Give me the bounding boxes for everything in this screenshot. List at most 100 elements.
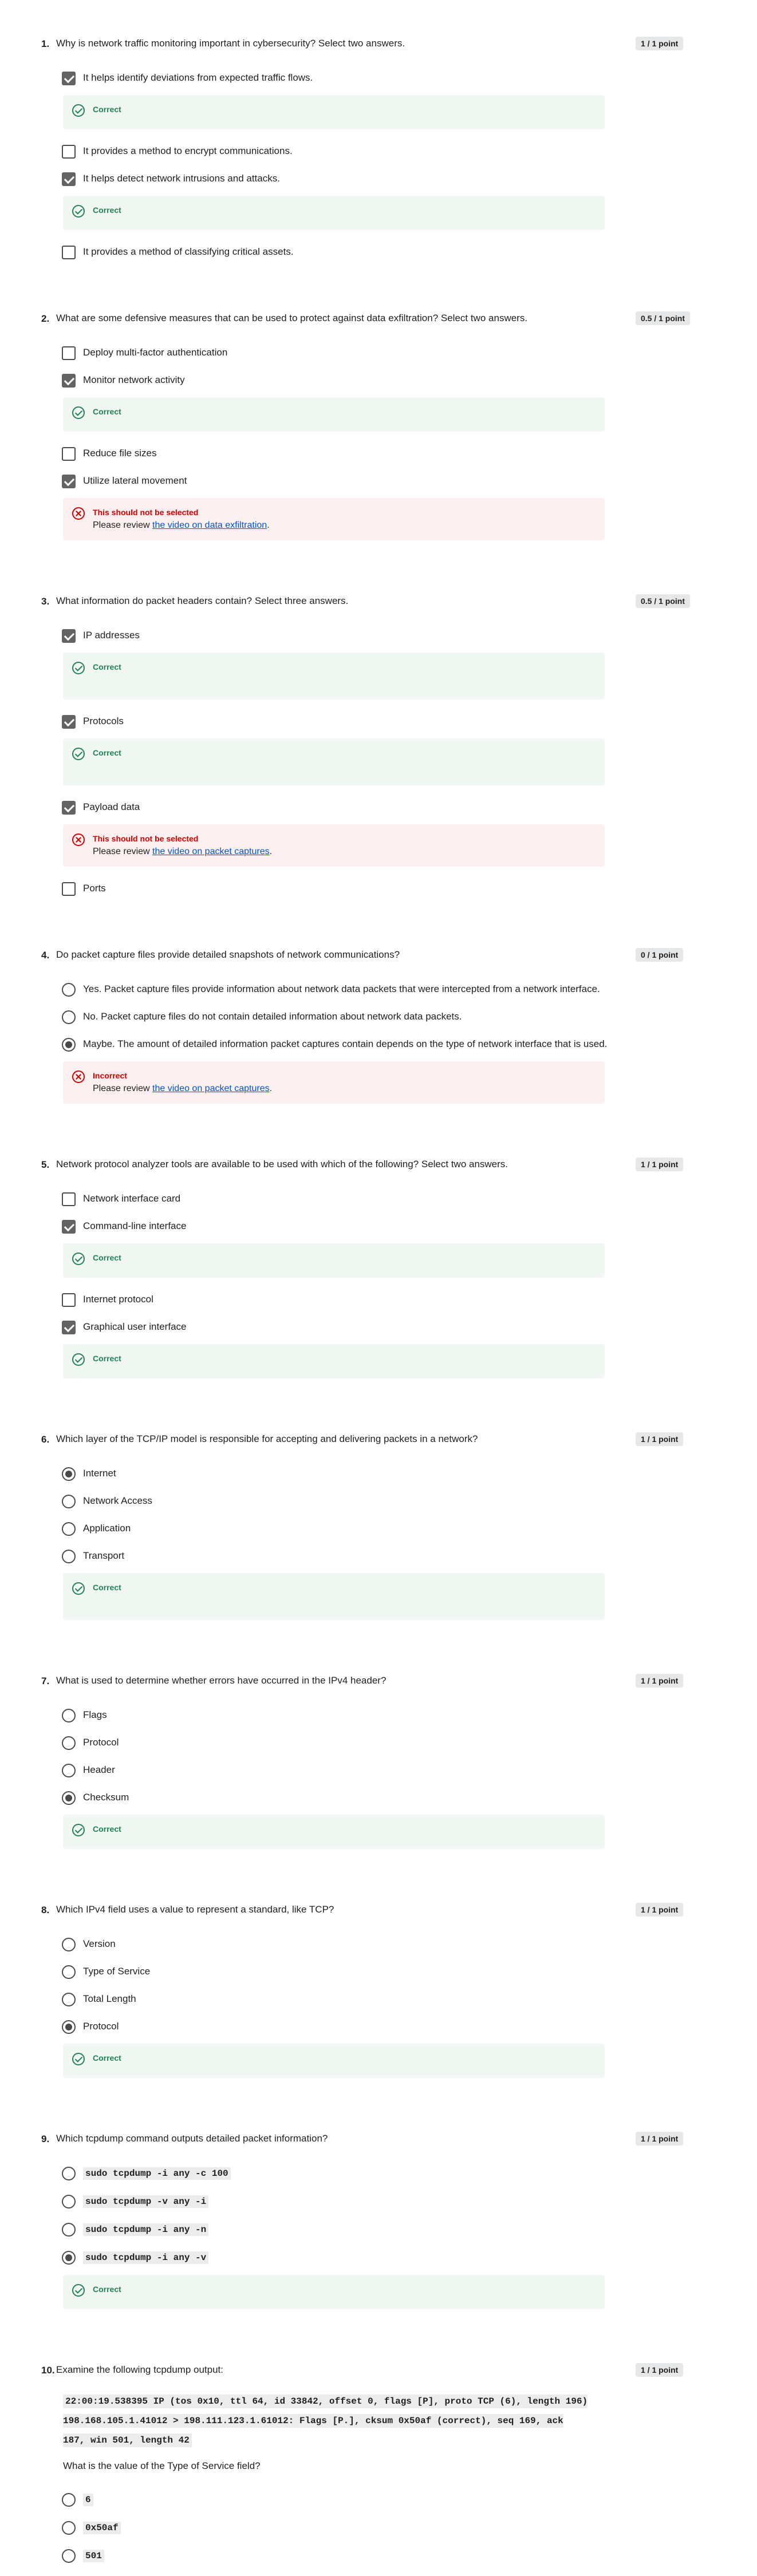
feedback-text: Please review xyxy=(93,847,153,856)
checkbox[interactable] xyxy=(62,1220,76,1234)
radio-button[interactable] xyxy=(62,1550,76,1563)
radio-option[interactable]: Protocol xyxy=(0,1729,757,1756)
radio-button[interactable] xyxy=(62,1709,76,1722)
radio-button[interactable] xyxy=(62,2251,76,2265)
radio-option[interactable]: 6 xyxy=(0,2486,757,2514)
radio-button[interactable] xyxy=(62,2223,76,2237)
checkbox[interactable] xyxy=(62,1293,76,1307)
radio-option[interactable]: Transport xyxy=(0,1542,757,1570)
radio-button[interactable] xyxy=(62,2493,76,2507)
feedback-text: Please review xyxy=(93,520,153,530)
feedback-title: Correct xyxy=(93,748,121,757)
question-text: Examine the following tcpdump output: xyxy=(56,2364,224,2375)
radio-option[interactable]: Checksum xyxy=(0,1784,757,1811)
question-header: 3. What information do packet headers con… xyxy=(0,593,757,610)
radio-button[interactable] xyxy=(62,1522,76,1536)
radio-option[interactable]: Type of Service xyxy=(0,1958,757,1985)
radio-button[interactable] xyxy=(62,2521,76,2535)
radio-button[interactable] xyxy=(62,2195,76,2208)
question-text: Do packet capture files provide detailed… xyxy=(56,949,400,960)
options-list: Yes. Packet capture files provide inform… xyxy=(0,975,757,1104)
checkbox-option[interactable]: It helps detect network intrusions and a… xyxy=(0,165,757,192)
review-link[interactable]: the video on packet captures xyxy=(152,1084,270,1093)
checkbox-option[interactable]: It provides a method to encrypt communic… xyxy=(0,137,757,165)
option-label: Protocol xyxy=(83,1737,119,1748)
checkbox-option[interactable]: IP addresses xyxy=(0,622,757,649)
radio-button[interactable] xyxy=(62,1010,76,1024)
score-badge: 1 / 1 point xyxy=(636,1903,684,1917)
question-number: 1. xyxy=(41,38,50,49)
radio-option[interactable]: sudo tcpdump -i any -c 100 xyxy=(0,2159,757,2187)
feedback-correct: Correct xyxy=(63,653,605,700)
radio-button[interactable] xyxy=(62,983,76,997)
radio-option[interactable]: Flags xyxy=(0,1701,757,1729)
radio-button[interactable] xyxy=(62,1938,76,1951)
checkbox[interactable] xyxy=(62,715,76,729)
radio-button[interactable] xyxy=(62,2020,76,2034)
checkbox-option[interactable]: Command-line interface xyxy=(0,1212,757,1240)
checkbox[interactable] xyxy=(62,1192,76,1206)
review-link[interactable]: the video on data exfiltration xyxy=(152,520,267,530)
radio-option[interactable]: sudo tcpdump -i any -n xyxy=(0,2215,757,2243)
checkbox[interactable] xyxy=(62,801,76,815)
question-spacer xyxy=(0,1386,757,1431)
radio-option[interactable]: Internet xyxy=(0,1460,757,1487)
radio-button[interactable] xyxy=(62,1495,76,1508)
checkbox-option[interactable]: Monitor network activity xyxy=(0,366,757,394)
question-4: 4. Do packet capture files provide detail… xyxy=(0,947,757,1104)
radio-option[interactable]: Yes. Packet capture files provide inform… xyxy=(0,975,757,1003)
radio-button[interactable] xyxy=(62,2167,76,2180)
checkbox-option[interactable]: Utilize lateral movement xyxy=(0,467,757,495)
checkbox[interactable] xyxy=(62,629,76,643)
radio-option[interactable]: Network Access xyxy=(0,1487,757,1515)
checkbox-option[interactable]: It provides a method of classifying crit… xyxy=(0,238,757,266)
checkbox[interactable] xyxy=(62,1321,76,1334)
radio-button[interactable] xyxy=(62,1736,76,1750)
radio-button[interactable] xyxy=(62,1038,76,1052)
question-number: 3. xyxy=(41,596,50,607)
feedback-correct: Correct xyxy=(63,397,605,432)
radio-option[interactable]: No. Packet capture files do not contain … xyxy=(0,1003,757,1030)
review-link[interactable]: the video on packet captures xyxy=(152,847,270,856)
radio-option[interactable]: Maybe. The amount of detailed informatio… xyxy=(0,1030,757,1058)
radio-button[interactable] xyxy=(62,1791,76,1805)
radio-button[interactable] xyxy=(62,1965,76,1979)
checkbox-option[interactable]: Network interface card xyxy=(0,1185,757,1212)
feedback-correct: Correct xyxy=(63,2044,605,2078)
option-label: Utilize lateral movement xyxy=(83,475,187,486)
checkbox-option[interactable]: Internet protocol xyxy=(0,1286,757,1313)
checkbox-option[interactable]: Protocols xyxy=(0,708,757,735)
radio-option[interactable]: sudo tcpdump -i any -v xyxy=(0,2243,757,2271)
checkbox[interactable] xyxy=(62,374,76,388)
checkbox-option[interactable]: Ports xyxy=(0,875,757,902)
radio-option[interactable]: Version xyxy=(0,1930,757,1958)
checkbox-option[interactable]: Payload data xyxy=(0,793,757,821)
checkbox[interactable] xyxy=(62,72,76,85)
feedback-text: Please review xyxy=(93,1084,153,1093)
checkbox[interactable] xyxy=(62,145,76,159)
checkbox-option[interactable]: Graphical user interface xyxy=(0,1313,757,1341)
radio-option[interactable]: Header xyxy=(0,1756,757,1784)
checkbox[interactable] xyxy=(62,246,76,259)
checkbox[interactable] xyxy=(62,172,76,186)
checkbox-option[interactable]: Reduce file sizes xyxy=(0,440,757,467)
radio-option[interactable]: sudo tcpdump -v any -i xyxy=(0,2187,757,2215)
radio-option[interactable]: Application xyxy=(0,1515,757,1542)
checkbox[interactable] xyxy=(62,882,76,896)
radio-option[interactable]: 0x10 xyxy=(0,2570,757,2576)
radio-button[interactable] xyxy=(62,1993,76,2006)
checkbox[interactable] xyxy=(62,447,76,461)
option-label: It helps identify deviations from expect… xyxy=(83,72,313,83)
code-snippet: 22:00:19.538395 IP (tos 0x10, ttl 64, id… xyxy=(63,2392,590,2450)
radio-option[interactable]: Protocol xyxy=(0,2013,757,2040)
radio-option[interactable]: 0x50af xyxy=(0,2514,757,2542)
radio-button[interactable] xyxy=(62,1764,76,1777)
radio-option[interactable]: Total Length xyxy=(0,1985,757,2013)
checkbox-option[interactable]: Deploy multi-factor authentication xyxy=(0,339,757,366)
checkbox[interactable] xyxy=(62,346,76,360)
checkbox[interactable] xyxy=(62,475,76,488)
radio-button[interactable] xyxy=(62,1467,76,1481)
radio-option[interactable]: 501 xyxy=(0,2542,757,2570)
checkbox-option[interactable]: It helps identify deviations from expect… xyxy=(0,64,757,92)
radio-button[interactable] xyxy=(62,2549,76,2563)
